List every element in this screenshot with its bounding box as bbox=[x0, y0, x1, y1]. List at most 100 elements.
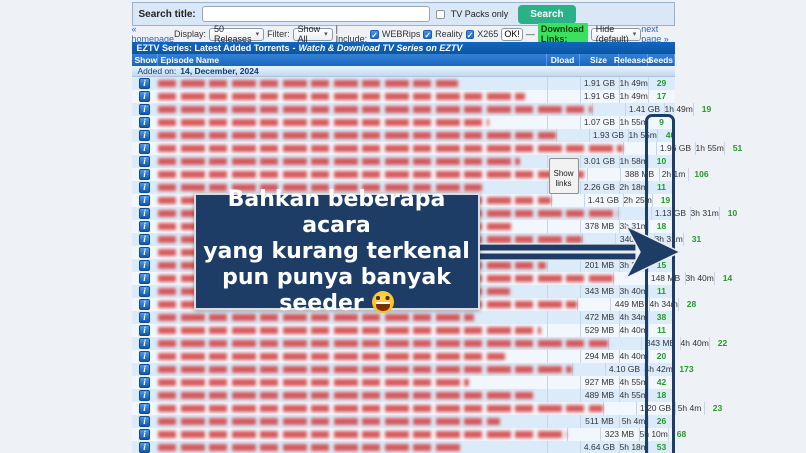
dload-cell bbox=[550, 194, 584, 207]
info-icon[interactable]: i bbox=[139, 247, 150, 258]
info-icon[interactable]: i bbox=[139, 143, 150, 154]
episode-name-redacted[interactable] bbox=[157, 80, 458, 87]
info-icon[interactable]: i bbox=[139, 104, 150, 115]
episode-name-redacted[interactable] bbox=[157, 392, 536, 399]
col-show[interactable]: Show bbox=[132, 54, 158, 66]
episode-name-redacted[interactable] bbox=[157, 158, 520, 165]
webrips-checkbox[interactable]: ✓ bbox=[370, 29, 379, 40]
col-episode-name[interactable]: Episode Name bbox=[158, 54, 547, 66]
next-page-link[interactable]: next page » bbox=[641, 24, 674, 44]
released-cell: 4h 34m bbox=[648, 298, 678, 311]
seeds-cell: 17 bbox=[647, 90, 675, 103]
info-icon[interactable]: i bbox=[139, 260, 150, 271]
info-icon[interactable]: i bbox=[139, 195, 150, 206]
info-icon[interactable]: i bbox=[139, 169, 150, 180]
seeds-cell: 38 bbox=[647, 311, 675, 324]
info-icon[interactable]: i bbox=[139, 130, 150, 141]
info-icon[interactable]: i bbox=[139, 208, 150, 219]
episode-name-redacted[interactable] bbox=[157, 327, 541, 334]
dload-cell bbox=[617, 207, 651, 220]
table-row: i 343 MB 4h 40m 22 bbox=[131, 337, 727, 350]
info-icon[interactable]: i bbox=[139, 312, 150, 323]
search-input[interactable] bbox=[201, 6, 430, 22]
episode-name-redacted[interactable] bbox=[157, 171, 587, 178]
table-row: i 529 MB 4h 40m 11 bbox=[131, 324, 675, 337]
released-cell: 5h 18m bbox=[618, 441, 648, 453]
info-icon[interactable]: i bbox=[139, 117, 150, 128]
size-cell: 3.01 GB bbox=[579, 155, 619, 168]
col-seeds[interactable]: Seeds bbox=[648, 54, 675, 66]
episode-name-redacted[interactable] bbox=[157, 145, 623, 152]
table-row: i 4.64 GB 5h 18m 53 bbox=[131, 441, 675, 453]
seeds-cell: 53 bbox=[647, 441, 675, 453]
table-row: i 1.41 GB 1h 49m 19 bbox=[131, 103, 711, 116]
info-icon[interactable]: i bbox=[139, 351, 150, 362]
size-cell: 323 MB bbox=[599, 428, 639, 441]
tv-packs-checkbox[interactable] bbox=[435, 9, 445, 19]
size-cell: 1.20 GB bbox=[635, 402, 675, 415]
info-icon[interactable]: i bbox=[139, 234, 150, 245]
filter-nav: « homepage Display: 50 Releases ▾ Filter:… bbox=[132, 23, 675, 45]
episode-name-redacted[interactable] bbox=[157, 119, 489, 126]
info-icon[interactable]: i bbox=[139, 273, 150, 284]
ok-button[interactable]: OK! bbox=[501, 27, 523, 41]
info-icon[interactable]: i bbox=[139, 299, 150, 310]
episode-name-redacted[interactable] bbox=[157, 93, 525, 100]
episode-name-redacted[interactable] bbox=[157, 340, 608, 347]
released-cell: 4h 55m bbox=[618, 389, 648, 402]
display-label: Display: bbox=[174, 29, 207, 39]
col-size[interactable]: Size bbox=[580, 54, 619, 66]
show-links-button[interactable]: Show links bbox=[548, 158, 579, 194]
search-button[interactable]: Search bbox=[518, 4, 576, 24]
filter-select[interactable]: Show All ▾ bbox=[292, 24, 333, 44]
dload-cell bbox=[546, 415, 580, 428]
episode-name-redacted[interactable] bbox=[157, 431, 567, 438]
episode-name-redacted[interactable] bbox=[157, 379, 469, 386]
size-cell: 1.91 GB bbox=[579, 90, 619, 103]
reality-checkbox[interactable]: ✓ bbox=[423, 29, 433, 40]
episode-name-redacted[interactable] bbox=[157, 366, 572, 373]
released-cell: 5h 10m bbox=[638, 428, 668, 441]
info-icon[interactable]: i bbox=[139, 377, 150, 388]
episode-name-redacted[interactable] bbox=[157, 444, 464, 451]
grinning-face-emoji bbox=[371, 290, 394, 313]
dload-cell bbox=[586, 168, 620, 181]
info-icon[interactable]: i bbox=[139, 325, 150, 336]
released-cell: 5h 4m bbox=[674, 402, 704, 415]
info-icon[interactable]: i bbox=[139, 364, 150, 375]
info-icon[interactable]: i bbox=[139, 442, 150, 453]
info-icon[interactable]: i bbox=[139, 338, 150, 349]
x265-checkbox[interactable]: ✓ bbox=[465, 29, 475, 40]
info-icon[interactable]: i bbox=[139, 221, 150, 232]
info-icon[interactable]: i bbox=[139, 91, 150, 102]
dload-cell bbox=[622, 142, 656, 155]
table-subtitle: Watch & Download TV Series on EZTV bbox=[298, 43, 463, 53]
released-cell: 3h 31m bbox=[689, 207, 719, 220]
dload-cell bbox=[576, 298, 610, 311]
display-select[interactable]: 50 Releases ▾ bbox=[209, 24, 265, 44]
episode-name-redacted[interactable] bbox=[157, 418, 500, 425]
info-icon[interactable]: i bbox=[139, 416, 150, 427]
homepage-link[interactable]: « homepage bbox=[132, 24, 175, 44]
dload-cell bbox=[566, 428, 600, 441]
info-icon[interactable]: i bbox=[139, 286, 150, 297]
seeds-cell: 40 bbox=[656, 129, 684, 142]
info-icon[interactable]: i bbox=[139, 156, 150, 167]
info-icon[interactable]: i bbox=[139, 390, 150, 401]
episode-name-redacted[interactable] bbox=[157, 405, 603, 412]
size-cell: 4.64 GB bbox=[579, 441, 619, 453]
episode-name-redacted[interactable] bbox=[157, 106, 592, 113]
info-icon[interactable]: i bbox=[139, 182, 150, 193]
info-icon[interactable]: i bbox=[139, 429, 150, 440]
size-cell: 1.13 GB bbox=[650, 207, 690, 220]
episode-name-redacted[interactable] bbox=[157, 353, 505, 360]
table-row: i 489 MB 4h 55m 18 bbox=[131, 389, 675, 402]
info-icon[interactable]: i bbox=[139, 403, 150, 414]
info-icon[interactable]: i bbox=[139, 78, 150, 89]
episode-name-redacted[interactable] bbox=[157, 132, 556, 139]
col-released[interactable]: Released bbox=[614, 54, 651, 66]
col-dload[interactable]: Dload bbox=[547, 54, 580, 66]
download-links-select[interactable]: Hide (default) ▾ bbox=[590, 24, 642, 44]
page: Search title: TV Packs only Search « hom… bbox=[131, 2, 742, 453]
dload-cell bbox=[546, 90, 580, 103]
